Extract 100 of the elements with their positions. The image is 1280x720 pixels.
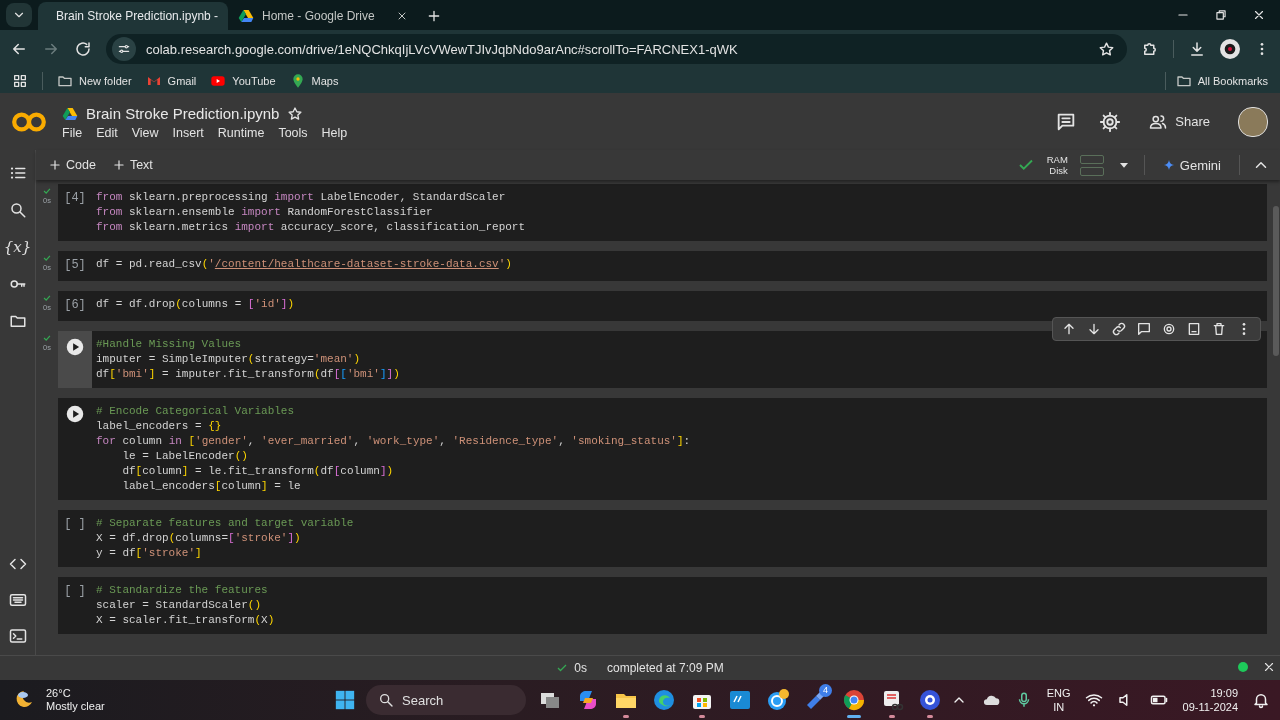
code-cell[interactable]: #Handle Missing Values imputer = SimpleImputer(strategy='mean') df['bmi'] = imputer.fit_transform(df[['bmi']])	[58, 331, 1267, 388]
code-line: X = scaler.fit_transform(X)	[96, 613, 275, 628]
resource-meter	[1079, 154, 1104, 176]
status-dot	[1238, 662, 1248, 672]
settings-icon[interactable]	[1099, 110, 1122, 133]
check-icon	[556, 662, 569, 674]
region-indicator[interactable]: IN	[1053, 700, 1065, 714]
execution-count: [4]	[64, 191, 86, 207]
download-icon[interactable]	[1188, 40, 1206, 58]
avatar[interactable]	[1238, 106, 1268, 137]
execution-count: [ ]	[64, 517, 86, 533]
code-line: for column in ['gender', 'ever_married', 'work_type', 'Residence_type', 'smoking_status']:	[96, 434, 691, 449]
menu-item[interactable]: Tools	[278, 126, 308, 140]
code-line: df = df.drop(columns = ['id'])	[96, 297, 295, 312]
run-cell-icon[interactable]	[66, 338, 84, 356]
terminal-icon[interactable]	[8, 627, 27, 645]
bookmark-link[interactable]: YouTube	[232, 74, 276, 87]
code-line: le = LabelEncoder()	[121, 449, 249, 464]
code-line: label_encoders = {}	[96, 419, 223, 434]
code-line: from sklearn.preprocessing import LabelEncoder, StandardScaler	[96, 190, 507, 205]
puzzle-icon[interactable]	[1141, 40, 1159, 58]
close-icon[interactable]	[1252, 8, 1266, 22]
settings-icon[interactable]	[1161, 321, 1177, 337]
code-line: # Separate features and target variable	[96, 516, 354, 531]
plus-icon	[48, 158, 62, 172]
tab-search-button[interactable]	[6, 3, 32, 27]
bookmark-link[interactable]: All Bookmarks	[1197, 74, 1268, 87]
arrow-up-icon[interactable]	[1061, 321, 1077, 337]
clock[interactable]: 19:09 09-11-2024	[1182, 686, 1238, 714]
keyboard-icon[interactable]	[8, 591, 27, 609]
execution-count: [ ]	[64, 584, 86, 600]
search-icon[interactable]	[8, 201, 27, 219]
bookmark-link[interactable]: Maps	[311, 74, 339, 87]
code-line: df = pd.read_csv('/content/healthcare-dataset-stroke-data.csv')	[96, 257, 512, 272]
notebook-title[interactable]: Brain Stroke Prediction.ipynb	[86, 105, 280, 122]
chrome-icon[interactable]	[842, 688, 866, 712]
drive-logo-icon	[62, 105, 78, 122]
disk-label: Disk	[1048, 165, 1068, 176]
code-cell[interactable]: [4] from sklearn.preprocessing import LabelEncoder, StandardScaler from sklearn.ensemble import RandomForestClassifier from sklearn.metrics import accuracy_score, classification_report	[58, 184, 1267, 241]
close-icon[interactable]	[396, 10, 408, 22]
reload-icon[interactable]	[74, 40, 92, 58]
code-line: X = df.drop(columns=['stroke'])	[96, 531, 302, 546]
code-cell[interactable]	[58, 398, 1267, 500]
menu-item[interactable]: Insert	[172, 126, 204, 140]
bookmark-link[interactable]: Gmail	[167, 74, 197, 87]
variables-button[interactable]: {x}	[3, 238, 32, 256]
drive-logo-icon	[238, 8, 254, 24]
sliders-icon[interactable]	[117, 42, 131, 56]
bell-icon[interactable]	[1252, 691, 1270, 709]
apps-grid-icon[interactable]	[12, 72, 28, 89]
temperature: 26°C	[46, 687, 72, 700]
code-cell[interactable]: [5] df = pd.read_csv('/content/healthcare-dataset-stroke-data.csv')	[58, 251, 1267, 281]
share-button[interactable]: Share	[1143, 108, 1216, 135]
scrollbar[interactable]	[1273, 206, 1279, 356]
star-icon[interactable]	[1098, 40, 1115, 58]
plus-icon[interactable]	[426, 8, 442, 24]
search-field[interactable]: Search	[366, 685, 526, 715]
menu-item[interactable]: File	[62, 126, 83, 140]
disc-icon[interactable]	[918, 688, 942, 712]
code-cell[interactable]: [ ] # Standardize the features scaler = StandardScaler() X = scaler.fit_transform(X)	[58, 577, 1267, 634]
code-line: # Encode Categorical Variables	[96, 404, 296, 419]
code-cell[interactable]: [6] df = df.drop(columns = ['id'])	[58, 291, 1267, 321]
profile-button[interactable]	[1220, 39, 1240, 59]
execution-count: [5]	[64, 258, 86, 274]
execution-time: 0s	[574, 661, 587, 675]
sparkle-icon	[1162, 159, 1175, 171]
people-icon	[1149, 112, 1168, 131]
help-icon[interactable]	[766, 688, 790, 712]
wifi-icon[interactable]	[1084, 691, 1103, 709]
browser-tab[interactable]: Home - Google Drive	[228, 2, 418, 30]
mirror-cell-icon[interactable]	[1186, 321, 1202, 337]
code-line: #Handle Missing Values	[96, 337, 243, 352]
windows-start-icon[interactable]	[334, 689, 356, 711]
hp-app-icon[interactable]	[728, 688, 752, 712]
browser-icon[interactable]	[652, 688, 676, 712]
menu-item[interactable]: View	[131, 126, 159, 140]
address-bar[interactable]: colab.research.google.com/drive/1eNQChkqIjLVcVWewTJIvJqbNdo9arAnc#scrollTo=FARCNEX1-qWK	[106, 34, 1127, 64]
add-code-button[interactable]: Code	[46, 156, 98, 174]
add-text-button[interactable]: Text	[109, 156, 155, 174]
close-icon[interactable]	[1262, 660, 1276, 674]
menu-item[interactable]: Runtime	[217, 126, 265, 140]
arrow-down-icon[interactable]	[1086, 321, 1102, 337]
gemini-button[interactable]: Gemini	[1156, 156, 1227, 174]
menu-item[interactable]: Help	[321, 126, 348, 140]
code-line: df[column] = le.fit_transform(df[column])	[121, 464, 395, 479]
trash-icon[interactable]	[1211, 321, 1227, 337]
bookmark-link[interactable]: New folder	[79, 74, 132, 87]
star-icon[interactable]	[287, 105, 304, 122]
code-line: scaler = StandardScaler()	[96, 598, 263, 613]
restore-icon[interactable]	[1214, 8, 1228, 22]
link-icon[interactable]	[1111, 321, 1127, 337]
browser-tab[interactable]: Brain Stroke Prediction.ipynb -	[38, 2, 228, 30]
search-icon	[378, 692, 394, 708]
language-indicator[interactable]: ENG	[1046, 686, 1071, 700]
code-line: y = df['stroke']	[96, 546, 203, 561]
run-cell-icon[interactable]	[66, 405, 84, 423]
comment-icon[interactable]	[1136, 321, 1152, 337]
menu-item[interactable]: Edit	[96, 126, 118, 140]
code-cell[interactable]: [ ] # Separate features and target variable X = df.drop(columns=['stroke']) y = df['stroke']	[58, 510, 1267, 567]
code-line: imputer = SimpleImputer(strategy='mean')	[96, 352, 362, 367]
